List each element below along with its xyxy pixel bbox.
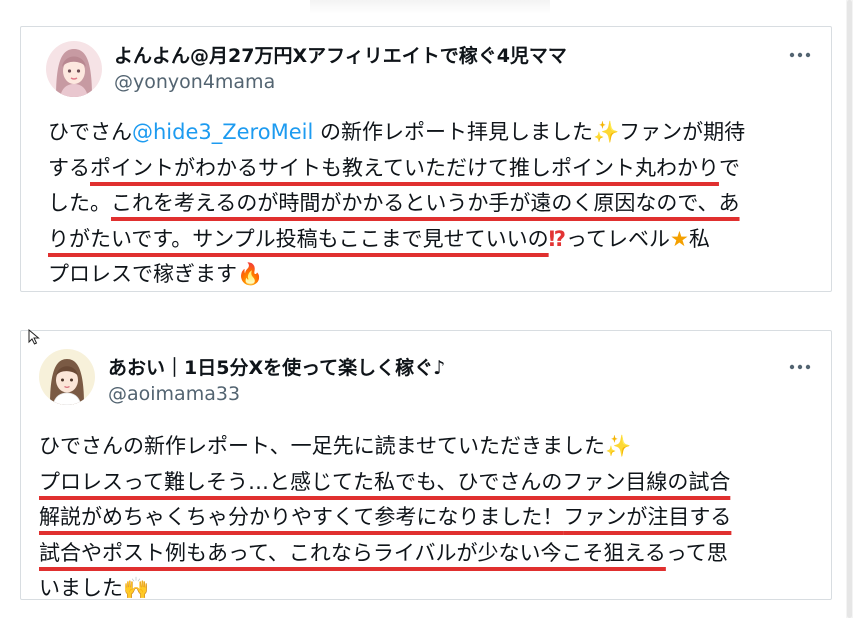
illustrated-woman-avatar-icon (39, 349, 95, 405)
tweet-text: ひでさん@hide3_ZeroMeil の新作レポート拝見しました✨ファンが期待… (48, 115, 745, 293)
text-segment: する (48, 155, 90, 180)
underlined-text: ファンが注目する (563, 505, 732, 529)
tweet-card[interactable]: あおい｜1日5分Xを使って楽しく稼ぐ♪ @aoimama33 ひでさんの新作レポ… (20, 330, 832, 600)
fire-icon: 🔥 (237, 262, 264, 286)
user-handle[interactable]: @aoimama33 (108, 383, 240, 405)
text-segment: ファンが期待 (619, 120, 746, 144)
tweet-text-line: プロレスって難しそう…と感じてた私でも、ひでさんのファン目線の試合 (39, 465, 731, 501)
tweet-text-line: した。これを考えるのが時間がかかるというか手が遠のく原因なので、あ (48, 186, 745, 222)
mouse-cursor-icon (28, 329, 40, 345)
text-segment: ひでさん (48, 120, 132, 144)
exclamation-question-icon: ⁉ (548, 226, 567, 251)
tweet-text-line: するポイントがわかるサイトも教えていただけて推しポイント丸わかりで (48, 151, 745, 187)
avatar[interactable] (39, 349, 95, 405)
tweet-card[interactable]: よんよん@月27万円Xアフィリエイトで稼ぐ4児ママ @yonyon4mama ひ… (20, 26, 832, 292)
sparkles-icon: ✨ (604, 434, 632, 458)
tweet-text-line: 解説がめちゃくちゃ分かりやすくて参考になりました！ファンが注目する (39, 500, 731, 536)
more-dots-icon (789, 364, 811, 370)
text-segment: した。 (48, 191, 111, 215)
star-struck-icon: ★ (670, 226, 689, 251)
underlined-text: りがたいです。サンプル投稿もここまで見せていいの (48, 226, 549, 251)
display-name[interactable]: あおい｜1日5分Xを使って楽しく稼ぐ♪ (108, 353, 445, 380)
top-shadow (310, 0, 550, 14)
more-button[interactable] (787, 359, 813, 375)
underlined-text: 解説がめちゃくちゃ分かりやすくて参考になりました！ (39, 505, 564, 529)
underlined-text: ポイントがわかるサイトも教えていただけて推しポイント丸わかり (90, 155, 719, 180)
text-segment: で (718, 155, 740, 180)
text-segment: プロレスで稼ぎます (48, 262, 237, 286)
avatar[interactable] (46, 41, 102, 97)
text-segment: の新作レポート拝見しました (313, 120, 593, 144)
sparkles-icon: ✨ (592, 120, 620, 144)
scrollbar-thumb[interactable] (847, 0, 852, 618)
mention-link[interactable]: @hide3_ZeroMeil (132, 120, 313, 144)
text-segment: いました (39, 576, 123, 600)
tweet-text-line: 試合やポスト例もあって、これならライバルが少ない今こそ狙えるって思 (39, 536, 731, 572)
tweet-text-line: プロレスで稼ぎます🔥 (48, 257, 745, 293)
raising-hands-icon: 🙌 (123, 576, 150, 600)
text-segment: 私 (688, 226, 710, 251)
underlined-text: プロレスって難しそう…と感じてた私でも、ひでさんのファン目線の試合 (39, 469, 731, 494)
scrollbar[interactable] (846, 0, 853, 618)
tweet-text-line: ひでさんの新作レポート、一足先に読ませていただきました✨ (39, 429, 731, 465)
display-name[interactable]: よんよん@月27万円Xアフィリエイトで稼ぐ4児ママ (114, 41, 567, 68)
underlined-text: これを考えるのが時間がかかるというか手が遠のく原因なので、あ (111, 191, 740, 215)
tweet-text-line: りがたいです。サンプル投稿もここまで見せていいの⁉ってレベル★私 (48, 222, 745, 258)
tweet-text: ひでさんの新作レポート、一足先に読ませていただきました✨ プロレスって難しそう…と… (39, 429, 731, 607)
more-dots-icon (789, 52, 811, 58)
tweet-text-line: いました🙌 (39, 571, 731, 607)
tweet-text-line: ひでさん@hide3_ZeroMeil の新作レポート拝見しました✨ファンが期待 (48, 115, 745, 151)
user-handle[interactable]: @yonyon4mama (114, 71, 275, 93)
illustrated-woman-avatar-icon (46, 41, 102, 97)
text-segment: ってレベル (566, 226, 670, 251)
more-button[interactable] (787, 47, 813, 63)
underlined-text: 試合やポスト例もあって、これならライバルが少ない今こそ狙える (39, 540, 666, 565)
text-segment: ひでさんの新作レポート、一足先に読ませていただきました (39, 434, 605, 458)
text-segment: って思 (665, 540, 728, 565)
